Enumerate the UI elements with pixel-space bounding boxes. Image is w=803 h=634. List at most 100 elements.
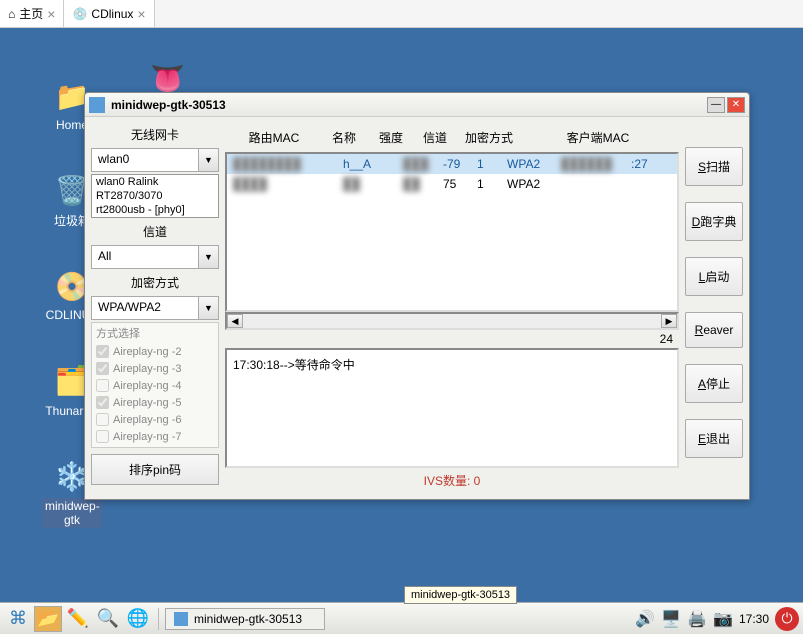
channel-label: 信道 <box>91 220 219 243</box>
clock[interactable]: 17:30 <box>739 612 769 626</box>
edit-icon[interactable]: ✏️ <box>64 606 92 632</box>
ivs-count: IVS数量: 0 <box>225 468 679 493</box>
tab-label: 主页 <box>19 5 43 22</box>
sort-pin-button[interactable]: 排序pin码 <box>91 454 219 485</box>
minimize-button[interactable]: — <box>707 97 725 113</box>
nic-option[interactable]: rt2800usb - [phy0] <box>92 203 218 217</box>
files-icon[interactable]: 📂 <box>34 606 62 632</box>
close-icon[interactable]: × <box>47 6 55 22</box>
cell-tail: :27 <box>631 157 648 171</box>
nic-options[interactable]: wlan0 Ralink RT2870/3070 rt2800usb - [ph… <box>91 174 219 218</box>
chevron-down-icon[interactable]: ▼ <box>198 297 218 319</box>
browser-tabs: ⌂ 主页 × 💿 CDlinux × <box>0 0 803 28</box>
nic-value: wlan0 <box>92 149 198 171</box>
encryption-dropdown[interactable]: WPA/WPA2 ▼ <box>91 296 219 320</box>
titlebar[interactable]: minidwep-gtk-30513 — ✕ <box>85 93 749 117</box>
method-label: Aireplay-ng -3 <box>113 363 181 375</box>
start-icon[interactable]: ⌘ <box>4 606 32 632</box>
app-window: minidwep-gtk-30513 — ✕ 无线网卡 wlan0 ▼ wlan… <box>84 92 750 500</box>
scroll-right-icon[interactable]: ▶ <box>661 314 677 328</box>
cell-signal: -79 <box>443 157 477 171</box>
disc-icon: 💿 <box>72 7 87 21</box>
home-icon: ⌂ <box>8 7 15 21</box>
th-enc: 加密方式 <box>457 129 521 146</box>
method-row: Aireplay-ng -5 <box>96 394 214 411</box>
search-icon[interactable]: 🔍 <box>94 606 122 632</box>
center-panel: 路由MAC 名称 强度 信道 加密方式 客户端MAC ████████ h__A… <box>225 123 679 493</box>
method-row: Aireplay-ng -4 <box>96 377 214 394</box>
network-list[interactable]: ████████ h__A ███ -79 1 WPA2 ██████ :27 … <box>225 152 679 312</box>
method-check <box>96 362 109 375</box>
icon-label: minidwep-gtk <box>42 498 102 528</box>
method-label: Aireplay-ng -2 <box>113 346 181 358</box>
scroll-track[interactable] <box>243 314 661 328</box>
cell-enc: WPA2 <box>507 157 561 171</box>
window-title: minidwep-gtk-30513 <box>111 98 705 112</box>
reaver-button[interactable]: Reaver <box>685 312 743 348</box>
chevron-down-icon[interactable]: ▼ <box>198 149 218 171</box>
method-label: Aireplay-ng -7 <box>113 431 181 443</box>
table-header: 路由MAC 名称 强度 信道 加密方式 客户端MAC <box>225 123 679 152</box>
tab-cdlinux[interactable]: 💿 CDlinux × <box>64 0 154 27</box>
task-icon <box>174 612 188 626</box>
th-client: 客户端MAC <box>521 129 675 146</box>
log-line: 17:30:18-->等待命令中 <box>233 356 671 373</box>
group-title: 方式选择 <box>96 325 214 341</box>
nic-label: 无线网卡 <box>91 123 219 146</box>
tray: 🔊 🖥️ 🖨️ 📷 17:30 ⏻ <box>635 607 799 631</box>
row-count: 24 <box>225 330 679 348</box>
tab-label: CDlinux <box>91 7 133 21</box>
network-row[interactable]: ████████ h__A ███ -79 1 WPA2 ██████ :27 <box>227 154 677 174</box>
tab-home[interactable]: ⌂ 主页 × <box>0 0 64 27</box>
right-panel: S扫描 D跑字典 L启动 Reaver A停止 E退出 <box>685 123 743 493</box>
method-check <box>96 379 109 392</box>
close-button[interactable]: ✕ <box>727 97 745 113</box>
method-row: Aireplay-ng -7 <box>96 428 214 445</box>
tray-icon[interactable]: 📷 <box>713 609 733 629</box>
nic-option[interactable]: RT2870/3070 <box>92 189 218 203</box>
cell-enc: WPA2 <box>507 177 561 191</box>
encryption-label: 加密方式 <box>91 271 219 294</box>
cell-channel: 1 <box>477 157 507 171</box>
channel-value: All <box>92 246 198 268</box>
method-group: 方式选择 Aireplay-ng -2 Aireplay-ng -3 Airep… <box>91 322 219 448</box>
separator <box>158 608 159 630</box>
window-icon <box>89 97 105 113</box>
stop-button[interactable]: A停止 <box>685 364 743 403</box>
taskbar-task[interactable]: minidwep-gtk-30513 <box>165 608 325 630</box>
launch-button[interactable]: L启动 <box>685 257 743 296</box>
chevron-down-icon[interactable]: ▼ <box>198 246 218 268</box>
nic-dropdown[interactable]: wlan0 ▼ <box>91 148 219 172</box>
th-signal: 强度 <box>369 129 413 146</box>
tooltip: minidwep-gtk-30513 <box>404 586 517 604</box>
globe-icon[interactable]: 🌐 <box>124 606 152 632</box>
h-scrollbar[interactable]: ◀ ▶ <box>225 312 679 330</box>
taskbar: ⌘ 📂 ✏️ 🔍 🌐 minidwep-gtk-30513 minidwep-g… <box>0 602 803 634</box>
tray-icon[interactable]: 🖥️ <box>661 609 681 629</box>
exit-button[interactable]: E退出 <box>685 419 743 458</box>
cell-name: h__A <box>343 157 403 171</box>
method-label: Aireplay-ng -5 <box>113 397 181 409</box>
scroll-left-icon[interactable]: ◀ <box>227 314 243 328</box>
encryption-value: WPA/WPA2 <box>92 297 198 319</box>
channel-dropdown[interactable]: All ▼ <box>91 245 219 269</box>
nic-option[interactable]: wlan0 Ralink <box>92 175 218 189</box>
method-row: Aireplay-ng -3 <box>96 360 214 377</box>
method-check <box>96 345 109 358</box>
power-icon[interactable]: ⏻ <box>775 607 799 631</box>
method-check <box>96 396 109 409</box>
cell-channel: 1 <box>477 177 507 191</box>
left-panel: 无线网卡 wlan0 ▼ wlan0 Ralink RT2870/3070 rt… <box>91 123 219 493</box>
method-label: Aireplay-ng -4 <box>113 380 181 392</box>
dict-button[interactable]: D跑字典 <box>685 202 743 241</box>
tray-icon[interactable]: 🖨️ <box>687 609 707 629</box>
network-row[interactable]: ████ ██ ██ 75 1 WPA2 <box>227 174 677 194</box>
method-check <box>96 413 109 426</box>
task-title: minidwep-gtk-30513 <box>194 612 302 626</box>
volume-icon[interactable]: 🔊 <box>635 609 655 629</box>
close-icon[interactable]: × <box>137 6 145 22</box>
tongue-icon: 👅 <box>150 62 185 95</box>
th-mac: 路由MAC <box>229 129 319 146</box>
scan-button[interactable]: S扫描 <box>685 147 743 186</box>
method-label: Aireplay-ng -6 <box>113 414 181 426</box>
